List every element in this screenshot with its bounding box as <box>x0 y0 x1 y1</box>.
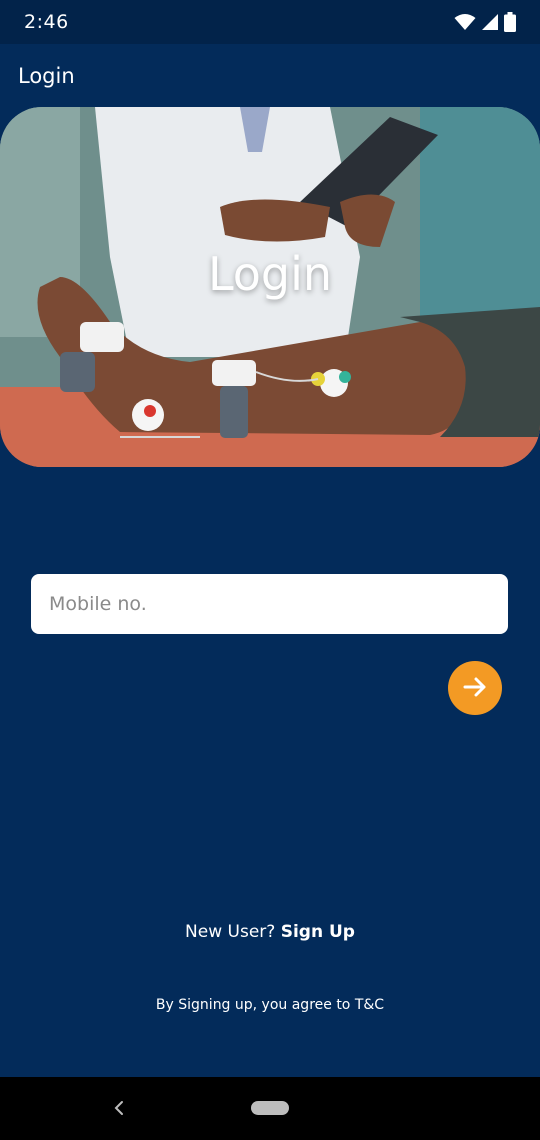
battery-icon <box>504 12 516 32</box>
app-bar: Login <box>0 44 540 108</box>
app-bar-title: Login <box>18 64 75 88</box>
signal-icon <box>482 14 498 30</box>
submit-arrow-button[interactable] <box>448 661 502 715</box>
back-icon[interactable] <box>108 1097 130 1119</box>
new-user-prompt: New User? <box>185 922 281 942</box>
wifi-icon <box>454 13 476 31</box>
status-bar: 2:46 <box>0 0 540 44</box>
hero-title: Login <box>207 247 333 301</box>
login-screen: 2:46 Login Login Mobile no. New User? Si… <box>0 0 540 1140</box>
system-nav-bar <box>0 1077 540 1140</box>
terms-text[interactable]: By Signing up, you agree to T&C <box>0 997 540 1013</box>
arrow-right-icon <box>462 674 488 703</box>
mobile-number-input[interactable] <box>31 574 508 634</box>
home-pill[interactable] <box>251 1101 289 1115</box>
signup-line: New User? Sign Up <box>0 922 540 942</box>
status-time: 2:46 <box>24 11 69 33</box>
hero-image: Login <box>0 107 540 467</box>
status-icons <box>454 12 516 32</box>
sign-up-link[interactable]: Sign Up <box>281 922 355 942</box>
